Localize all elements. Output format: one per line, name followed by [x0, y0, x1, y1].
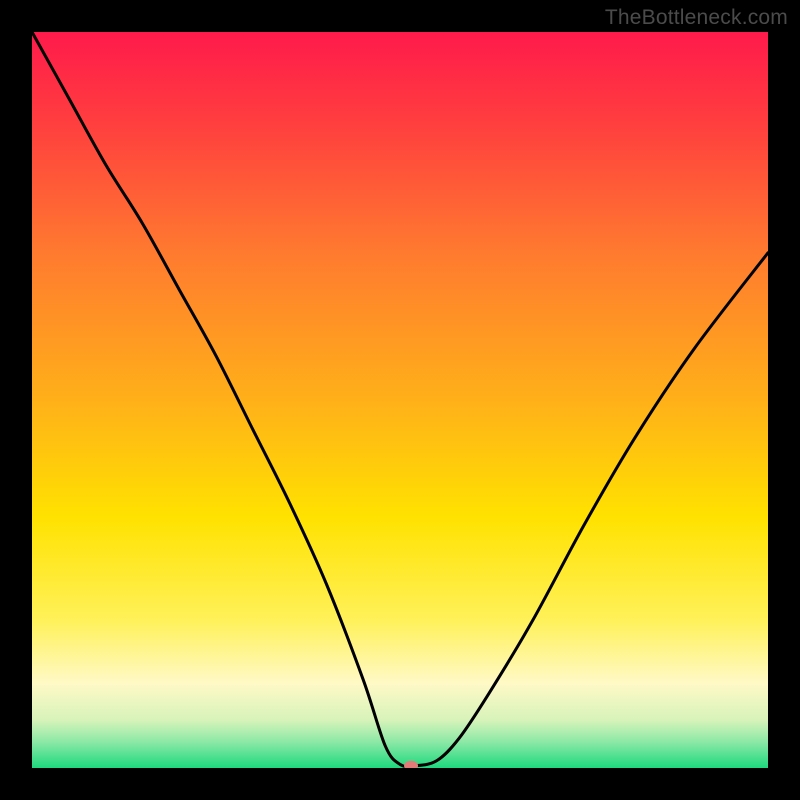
chart-svg	[32, 32, 768, 768]
chart-frame: TheBottleneck.com	[0, 0, 800, 800]
plot-area	[32, 32, 768, 768]
watermark-text: TheBottleneck.com	[605, 6, 788, 30]
